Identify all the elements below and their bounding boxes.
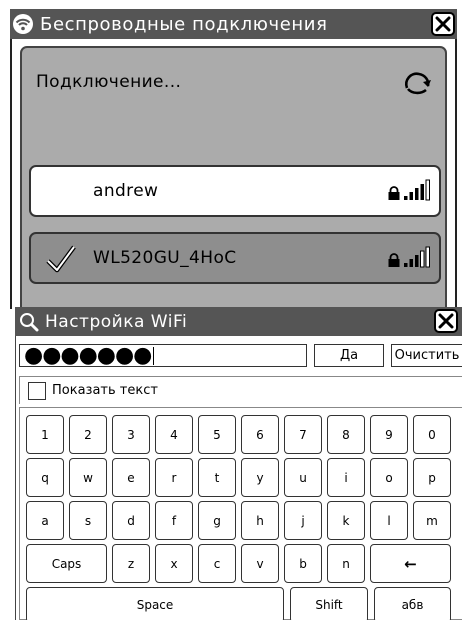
wireless-close-button[interactable] (431, 12, 455, 36)
network-item-wl520gu[interactable]: WL520GU_4HoC (29, 232, 441, 284)
text-caret (153, 346, 155, 365)
search-icon (20, 312, 39, 331)
key[interactable]: 4 (155, 415, 193, 454)
key[interactable]: k (327, 501, 365, 540)
on-screen-keyboard: 1 2 3 4 5 6 7 8 9 0 q w e r t y u i o p … (19, 407, 462, 620)
shift-key[interactable]: Shift (290, 587, 368, 620)
key[interactable]: g (198, 501, 236, 540)
close-icon (435, 16, 451, 32)
wifi-settings-title: Настройка WiFi (45, 311, 188, 332)
key[interactable]: 7 (284, 415, 322, 454)
network-item-andrew[interactable]: andrew (29, 165, 441, 217)
wifi-settings-body: ●●●●●●● Да Очистить Показать текст 1 2 3… (15, 336, 462, 620)
key[interactable]: 1 (26, 415, 64, 454)
backspace-key[interactable]: ← (370, 544, 451, 583)
key[interactable]: d (112, 501, 150, 540)
key[interactable]: e (112, 458, 150, 497)
signal-strength-icon (404, 179, 430, 201)
key[interactable]: 5 (198, 415, 236, 454)
clear-button[interactable]: Очистить (391, 344, 462, 367)
key[interactable]: b (284, 544, 322, 583)
key[interactable]: a (26, 501, 64, 540)
checkmark-icon (46, 245, 76, 273)
key[interactable]: i (327, 458, 365, 497)
wifi-icon (13, 14, 33, 34)
key[interactable]: q (26, 458, 64, 497)
lock-icon (388, 253, 400, 267)
key[interactable]: x (155, 544, 193, 583)
network-name: andrew (93, 181, 159, 201)
connection-status: Подключение... (36, 72, 182, 92)
key[interactable]: r (155, 458, 193, 497)
show-text-checkbox[interactable] (28, 381, 46, 400)
lock-icon (388, 186, 400, 200)
close-icon (438, 313, 454, 329)
key[interactable]: 0 (413, 415, 451, 454)
caps-key[interactable]: Caps (26, 544, 107, 583)
key[interactable]: o (370, 458, 408, 497)
key[interactable]: y (241, 458, 279, 497)
key[interactable]: w (69, 458, 107, 497)
ok-button[interactable]: Да (314, 344, 384, 367)
language-key[interactable]: абв (374, 587, 451, 620)
key[interactable]: h (241, 501, 279, 540)
wifi-settings-titlebar: Настройка WiFi (15, 307, 462, 336)
key[interactable]: u (284, 458, 322, 497)
key[interactable]: l (370, 501, 408, 540)
refresh-icon[interactable] (401, 68, 433, 96)
key[interactable]: 3 (112, 415, 150, 454)
network-list-panel: Подключение... andrew WL520GU_4HoC (20, 46, 447, 316)
password-input[interactable]: ●●●●●●● (19, 344, 307, 367)
signal-strength-icon (404, 246, 430, 268)
show-text-row: Показать текст (19, 376, 462, 404)
wireless-titlebar: Беспроводные подключения (10, 9, 457, 39)
password-value: ●●●●●●● (24, 342, 152, 368)
key[interactable]: n (327, 544, 365, 583)
show-text-label: Показать текст (52, 383, 158, 398)
key[interactable]: 2 (69, 415, 107, 454)
network-name: WL520GU_4HoC (93, 248, 237, 268)
key[interactable]: s (69, 501, 107, 540)
key[interactable]: z (112, 544, 150, 583)
key[interactable]: v (241, 544, 279, 583)
key[interactable]: j (284, 501, 322, 540)
key[interactable]: c (198, 544, 236, 583)
wifi-settings-close-button[interactable] (434, 309, 458, 333)
key[interactable]: 9 (370, 415, 408, 454)
key[interactable]: 6 (241, 415, 279, 454)
key[interactable]: f (155, 501, 193, 540)
key[interactable]: t (198, 458, 236, 497)
space-key[interactable]: Space (26, 587, 284, 620)
key[interactable]: m (413, 501, 451, 540)
wireless-title: Беспроводные подключения (40, 13, 328, 35)
key[interactable]: 8 (327, 415, 365, 454)
key[interactable]: p (413, 458, 451, 497)
wireless-window-body: Подключение... andrew WL520GU_4HoC (10, 39, 457, 316)
